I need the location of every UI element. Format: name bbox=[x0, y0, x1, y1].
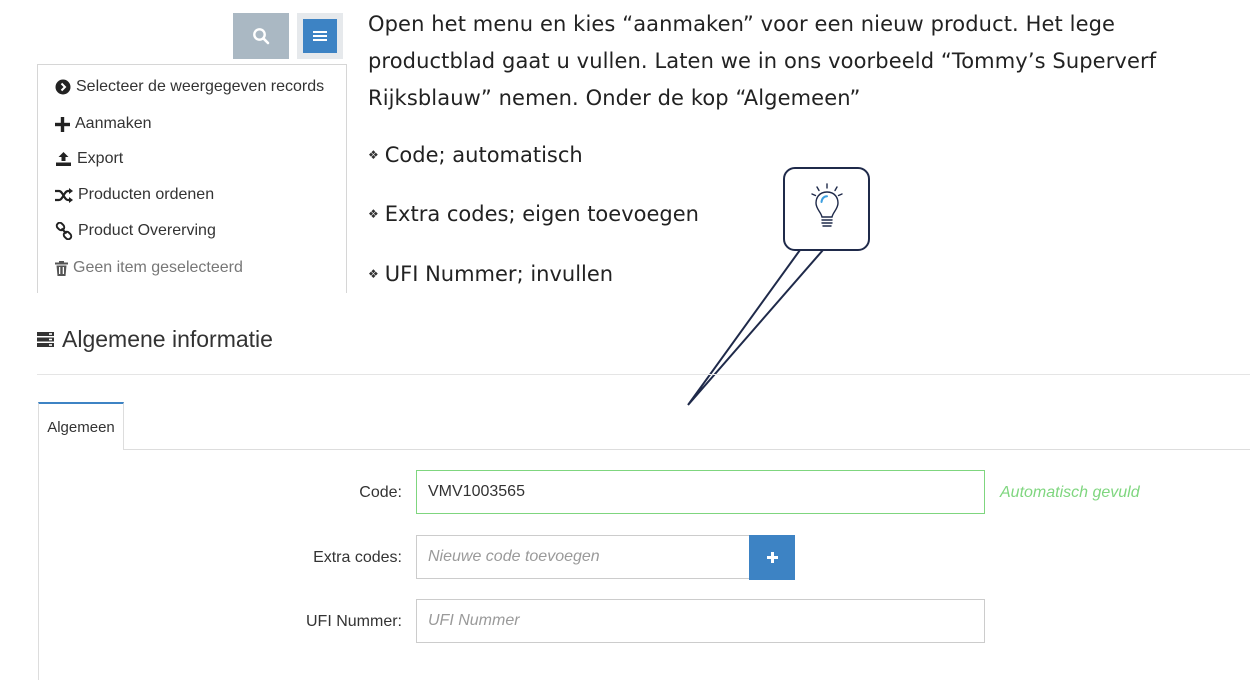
section-title-text: Algemene informatie bbox=[62, 326, 273, 352]
search-button[interactable] bbox=[233, 13, 289, 59]
extra-codes-label: Extra codes: bbox=[313, 549, 402, 566]
menu-item-no-selection: Geen item geselecteerd bbox=[55, 259, 243, 277]
code-field[interactable]: VMV1003565 bbox=[416, 470, 985, 514]
export-icon bbox=[56, 152, 71, 166]
extra-codes-placeholder: Nieuwe code toevoegen bbox=[428, 548, 600, 565]
link-icon bbox=[55, 222, 73, 240]
tab-divider bbox=[124, 449, 1250, 450]
menu-item-label: Export bbox=[77, 150, 124, 167]
add-code-button[interactable] bbox=[749, 535, 795, 580]
menu-item-order-products[interactable]: Producten ordenen bbox=[55, 186, 214, 204]
callout-pointer bbox=[687, 249, 824, 406]
shuffle-icon bbox=[55, 187, 73, 203]
menu-item-label: Geen item geselecteerd bbox=[73, 259, 243, 276]
chevron-circle-right-icon bbox=[55, 79, 71, 95]
instruction-bullet: ❖ UFI Nummer; invullen bbox=[368, 262, 613, 286]
ufi-label: UFI Nummer: bbox=[306, 613, 402, 630]
divider bbox=[37, 374, 1250, 375]
bullet-diamond-icon: ❖ bbox=[368, 148, 379, 162]
instruction-bullet: ❖ Extra codes; eigen toevoegen bbox=[368, 202, 699, 226]
code-hint: Automatisch gevuld bbox=[1000, 484, 1140, 501]
menu-item-label: Aanmaken bbox=[75, 115, 152, 132]
plus-icon bbox=[766, 552, 778, 563]
instruction-paragraph: Open het menu en kies “aanmaken” voor ee… bbox=[368, 12, 1157, 110]
code-label: Code: bbox=[359, 484, 402, 501]
bullet-text: Code; automatisch bbox=[384, 143, 583, 167]
lightbulb-icon bbox=[811, 183, 843, 227]
extra-codes-input[interactable]: Nieuwe code toevoegen bbox=[416, 535, 750, 579]
menu-button[interactable] bbox=[297, 13, 343, 59]
server-icon bbox=[37, 332, 54, 347]
trash-icon bbox=[55, 260, 68, 276]
tab-label: Algemeen bbox=[47, 418, 115, 436]
plus-icon bbox=[55, 116, 70, 132]
menu-item-select-records[interactable]: Selecteer de weergegeven records bbox=[55, 78, 324, 96]
menu-item-product-inheritance[interactable]: Product Overerving bbox=[55, 222, 216, 240]
panel-border bbox=[38, 450, 39, 680]
menu-item-label: Product Overerving bbox=[78, 222, 216, 239]
menu-item-export[interactable]: Export bbox=[55, 150, 123, 168]
search-icon bbox=[253, 28, 270, 45]
instruction-bullet: ❖ Code; automatisch bbox=[368, 143, 583, 167]
bullet-diamond-icon: ❖ bbox=[368, 207, 379, 221]
menu-item-create[interactable]: Aanmaken bbox=[55, 115, 152, 133]
ufi-input[interactable]: UFI Nummer bbox=[416, 599, 985, 643]
menu-item-label: Producten ordenen bbox=[78, 186, 215, 203]
bullet-text: UFI Nummer; invullen bbox=[384, 262, 614, 286]
menu-item-label: Selecteer de weergegeven records bbox=[76, 78, 325, 95]
bullet-text: Extra codes; eigen toevoegen bbox=[384, 202, 699, 226]
code-value: VMV1003565 bbox=[428, 483, 525, 500]
ufi-placeholder: UFI Nummer bbox=[428, 612, 520, 629]
bullet-diamond-icon: ❖ bbox=[368, 267, 379, 281]
tab-algemeen[interactable]: Algemeen bbox=[38, 402, 124, 450]
lightbulb-callout bbox=[783, 167, 870, 251]
hamburger-icon bbox=[313, 31, 327, 41]
actions-dropdown-menu: Selecteer de weergegeven records Aanmake… bbox=[37, 64, 347, 293]
section-title: Algemene informatie bbox=[37, 326, 273, 353]
